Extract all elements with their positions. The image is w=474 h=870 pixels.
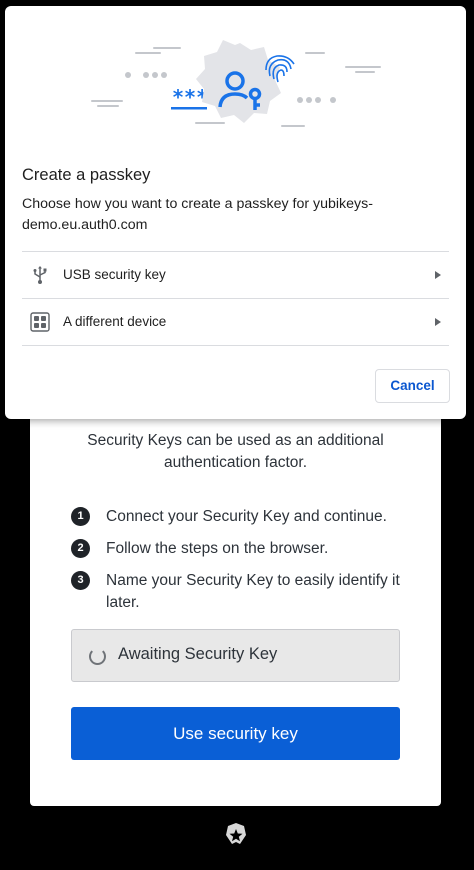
passkey-dialog: *** Create a passkey Choose how you want… — [5, 6, 466, 419]
awaiting-label: Awaiting Security Key — [118, 645, 278, 663]
auth-card: Security Keys can be used as an addition… — [30, 390, 441, 806]
step-text: Connect your Security Key and continue. — [106, 508, 387, 525]
option-different-device[interactable]: A different device — [22, 299, 449, 346]
use-security-key-button[interactable]: Use security key — [71, 707, 400, 760]
intro-text: Security Keys can be used as an addition… — [87, 432, 384, 471]
option-label: USB security key — [63, 267, 166, 282]
step-number: 1 — [71, 507, 90, 526]
passkey-options: USB security key A different device — [22, 251, 449, 346]
dialog-title: Create a passkey — [22, 166, 151, 184]
step-text: Name your Security Key to easily identif… — [106, 572, 400, 611]
dialog-description: Choose how you want to create a passkey … — [22, 196, 373, 233]
awaiting-status: Awaiting Security Key — [71, 629, 400, 682]
step-item: 1 Connect your Security Key and continue… — [70, 506, 410, 528]
chevron-right-icon — [435, 271, 441, 279]
steps-list: 1 Connect your Security Key and continue… — [70, 506, 410, 624]
option-usb-security-key[interactable]: USB security key — [22, 252, 449, 299]
step-number: 3 — [71, 571, 90, 590]
password-mask: *** — [172, 85, 208, 109]
step-number: 2 — [71, 539, 90, 558]
passkey-illustration: *** — [91, 40, 381, 127]
chevron-right-icon — [435, 318, 441, 326]
usb-icon — [33, 266, 47, 284]
auth0-logo-icon — [226, 823, 246, 844]
cancel-button[interactable]: Cancel — [375, 369, 450, 403]
step-item: 3 Name your Security Key to easily ident… — [70, 570, 410, 614]
step-text: Follow the steps on the browser. — [106, 540, 329, 557]
spinner-icon — [89, 648, 106, 665]
option-label: A different device — [63, 314, 167, 329]
qr-code-icon — [30, 312, 50, 332]
step-item: 2 Follow the steps on the browser. — [70, 538, 410, 560]
